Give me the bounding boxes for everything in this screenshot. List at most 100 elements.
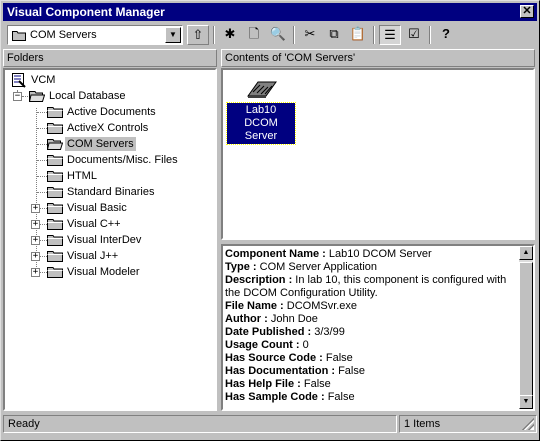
open-folder-icon	[29, 91, 45, 102]
expand-icon[interactable]: +	[31, 220, 40, 229]
tree-line	[37, 176, 47, 177]
title-bar[interactable]: Visual Component Manager ✕	[3, 3, 537, 21]
tree-item-label: Active Documents	[67, 106, 156, 118]
copy-button[interactable]: ⧉	[323, 25, 345, 45]
detail-key: Has Sample Code :	[225, 391, 325, 403]
detail-key: Has Help File :	[225, 378, 301, 390]
tree-item-activex-controls[interactable]: ActiveX Controls	[9, 120, 209, 136]
detail-row: Description : In lab 10, this component …	[225, 274, 517, 287]
detail-value: 0	[302, 339, 309, 351]
component-details[interactable]: Component Name : Lab10 DCOM Server Type …	[221, 244, 535, 411]
tree-item-label: HTML	[67, 170, 97, 182]
resize-grip-icon[interactable]	[522, 418, 534, 430]
tree-item-visual-modeler[interactable]: + Visual Modeler	[9, 264, 209, 280]
scroll-thumb[interactable]	[519, 262, 533, 396]
binoculars-icon: 🔍	[269, 26, 287, 41]
component-item-lab10-dcom-server[interactable]: Lab10 DCOM Server	[226, 78, 296, 145]
vcm-window: Visual Component Manager ✕ COM Servers ▼…	[0, 0, 540, 441]
tree-item-visual-cpp[interactable]: + Visual C++	[9, 216, 209, 232]
folder-combo-value: COM Servers	[30, 29, 97, 41]
scroll-down-button[interactable]: ▼	[519, 395, 533, 409]
tree-view-button[interactable]: ☰	[379, 25, 401, 45]
detail-value: False	[325, 352, 353, 364]
up-one-level-button[interactable]: ⇧	[187, 25, 209, 45]
tree-item-standard-binaries[interactable]: Standard Binaries	[9, 184, 209, 200]
detail-key: Usage Count :	[225, 339, 300, 351]
detail-value: John Doe	[270, 313, 318, 325]
tree-line	[40, 224, 47, 225]
detail-value: False	[338, 365, 365, 377]
tree-item-label: Documents/Misc. Files	[67, 154, 178, 166]
properties-icon: ☑	[408, 26, 420, 41]
detail-key: Author :	[225, 313, 268, 325]
detail-value: In lab 10, this component is configured …	[295, 274, 507, 286]
new-document-icon: 🗋	[248, 26, 260, 41]
status-message: Ready	[3, 415, 397, 433]
find-button[interactable]: 🔍	[267, 25, 289, 45]
component-item-label-line2: Server	[244, 130, 278, 142]
tree-item-label: Visual J++	[67, 250, 119, 262]
properties-button[interactable]: ☑	[403, 25, 425, 45]
tree-item-label: ActiveX Controls	[67, 122, 149, 134]
copy-icon: ⧉	[329, 26, 339, 41]
detail-row: the DCOM Configuration Utility.	[225, 287, 517, 300]
tree-item-visual-basic[interactable]: + Visual Basic	[9, 200, 209, 216]
tree-item-active-documents[interactable]: Active Documents	[9, 104, 209, 120]
detail-row: Usage Count : 0	[225, 339, 517, 352]
tree-item-html[interactable]: HTML	[9, 168, 209, 184]
detail-key: Component Name :	[225, 248, 326, 260]
folder-icon	[47, 107, 63, 118]
tree-line	[37, 144, 47, 145]
expand-icon[interactable]: +	[31, 252, 40, 261]
tree-item-visual-jpp[interactable]: + Visual J++	[9, 248, 209, 264]
tree-item-label: Standard Binaries	[67, 186, 155, 198]
contents-list[interactable]: Lab10 DCOM Server	[221, 68, 535, 240]
expand-icon[interactable]: +	[31, 236, 40, 245]
tree-line	[37, 112, 47, 113]
folder-icon	[47, 235, 63, 246]
window-title: Visual Component Manager	[7, 5, 165, 19]
scissors-icon: ✂	[304, 26, 316, 41]
toolbar-separator	[429, 26, 431, 44]
paste-button[interactable]: 📋	[347, 25, 369, 45]
tree-line	[37, 128, 47, 129]
expand-icon[interactable]: +	[31, 204, 40, 213]
tree-item-label: COM Servers	[65, 137, 136, 151]
folders-header-label: Folders	[7, 52, 44, 64]
cut-button[interactable]: ✂	[299, 25, 321, 45]
folder-icon	[47, 123, 63, 134]
clipboard-icon: 📋	[349, 26, 367, 41]
new-component-button[interactable]: ✱	[219, 25, 241, 45]
tree-line	[37, 192, 47, 193]
folder-icon	[47, 219, 63, 230]
tree-item-visual-interdev[interactable]: + Visual InterDev	[9, 232, 209, 248]
close-button[interactable]: ✕	[520, 5, 534, 18]
folder-combo[interactable]: COM Servers ▼	[7, 25, 183, 45]
new-button[interactable]: 🗋	[243, 25, 265, 45]
vcm-root-icon	[12, 73, 26, 88]
details-scrollbar[interactable]: ▲ ▼	[519, 246, 533, 409]
status-item-count: 1 Items	[399, 415, 537, 433]
collapse-icon[interactable]: −	[13, 92, 22, 101]
chevron-down-icon[interactable]: ▼	[165, 27, 181, 43]
expand-icon[interactable]: +	[31, 268, 40, 277]
detail-key: Description :	[225, 274, 293, 286]
help-button[interactable]: ?	[435, 25, 457, 45]
folder-tree[interactable]: VCM − Local Database Active Documents Ac…	[3, 68, 217, 411]
tree-line	[22, 96, 28, 97]
detail-key: Type :	[225, 261, 257, 273]
component-item-label-line1: Lab10 DCOM	[244, 104, 278, 129]
tree-line	[40, 208, 47, 209]
detail-value: DCOMSvr.exe	[286, 300, 358, 312]
scroll-up-button[interactable]: ▲	[519, 246, 533, 260]
detail-row: Type : COM Server Application	[225, 261, 517, 274]
detail-value: COM Server Application	[259, 261, 378, 273]
detail-row: Date Published : 3/3/99	[225, 326, 517, 339]
tree-item-documents-misc-files[interactable]: Documents/Misc. Files	[9, 152, 209, 168]
tree-item-com-servers[interactable]: COM Servers	[9, 136, 209, 152]
tree-item-vcm[interactable]: VCM	[9, 72, 209, 88]
tree-item-local-database[interactable]: − Local Database	[9, 88, 209, 104]
toolbar: COM Servers ▼ ⇧ ✱ 🗋 🔍 ✂ ⧉ 📋 ☰ ☑ ?	[3, 23, 537, 47]
detail-value: 3/3/99	[314, 326, 345, 338]
detail-key: File Name :	[225, 300, 284, 312]
